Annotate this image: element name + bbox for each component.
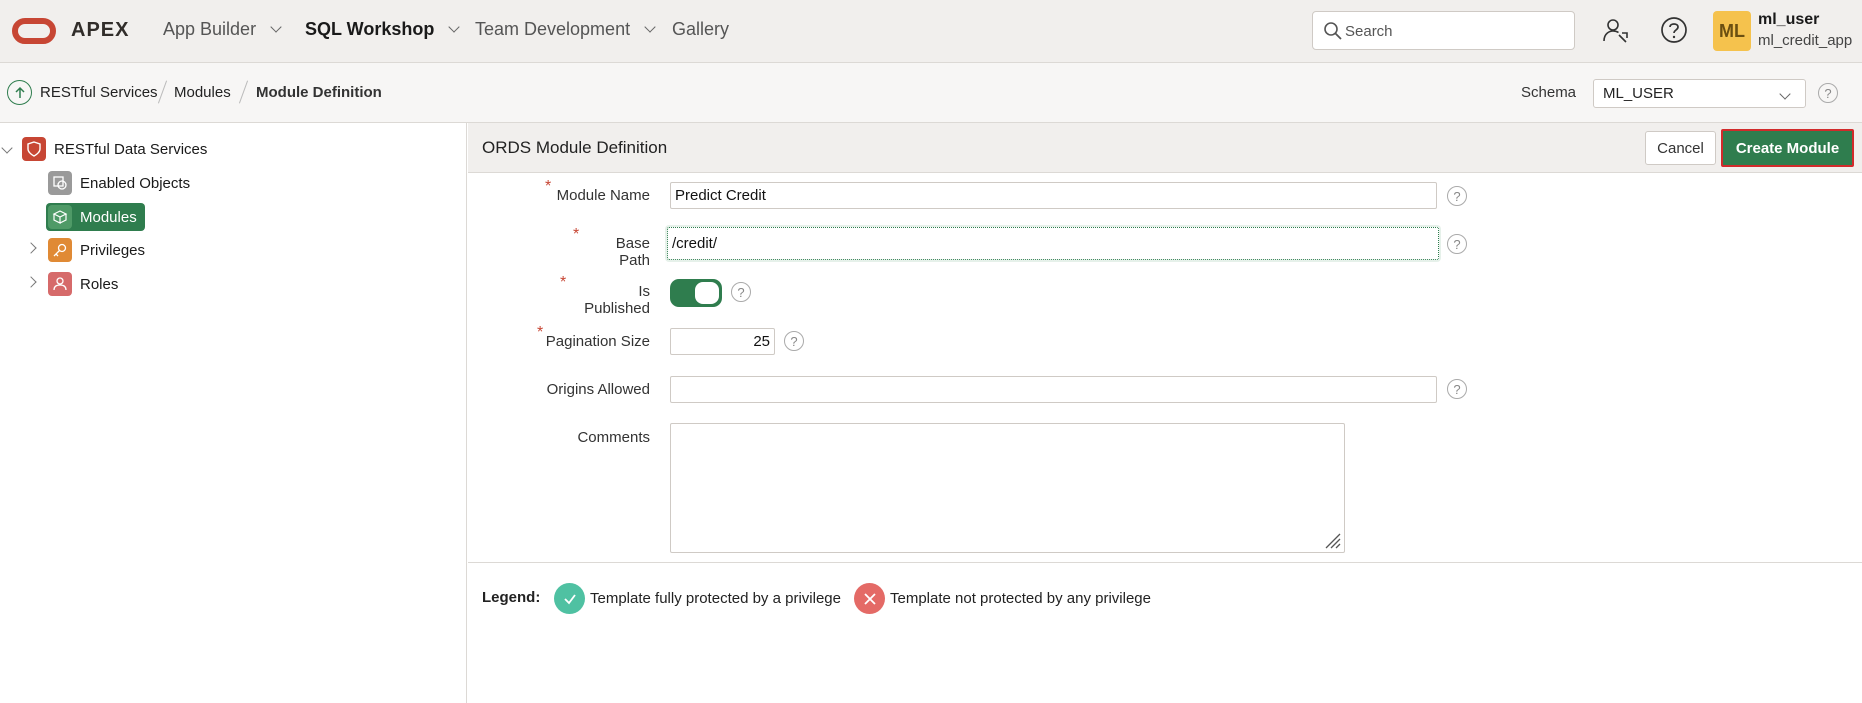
resize-grip-icon[interactable] — [1322, 530, 1342, 550]
user-name[interactable]: ml_user — [1758, 11, 1819, 29]
tree-label: Enabled Objects — [80, 174, 191, 192]
nav-label: SQL Workshop — [305, 19, 435, 39]
oracle-logo-icon[interactable] — [12, 18, 56, 44]
chevron-down-icon — [270, 21, 282, 33]
chevron-down-icon — [448, 21, 461, 33]
legend-protected-text: Template fully protected by a privilege — [590, 590, 841, 607]
schema-value: ML_USER — [1603, 85, 1674, 102]
base-path-help-icon[interactable]: ? — [1447, 234, 1467, 254]
tree-label: Roles — [80, 275, 119, 293]
required-marker: * — [537, 324, 544, 341]
origins-allowed-field[interactable] — [670, 376, 1437, 403]
nav-label: App Builder — [163, 19, 257, 39]
nav-app-builder[interactable]: App Builder — [163, 19, 282, 40]
required-marker: * — [573, 226, 580, 243]
expand-icon[interactable] — [25, 242, 37, 254]
is-published-toggle[interactable] — [670, 279, 722, 307]
required-marker: * — [545, 178, 552, 195]
chevron-down-icon — [644, 21, 656, 33]
is-published-help-icon[interactable]: ? — [731, 282, 751, 302]
search-icon — [1324, 22, 1342, 40]
nav-sql-workshop[interactable]: SQL Workshop — [305, 19, 461, 40]
toggle-knob — [695, 282, 719, 304]
base-path-label: Base Path — [615, 235, 650, 269]
schema-select[interactable]: ML_USER — [1593, 79, 1806, 108]
comments-textarea[interactable] — [670, 423, 1345, 553]
create-module-button[interactable]: Create Module — [1721, 129, 1854, 167]
nav-gallery[interactable]: Gallery — [672, 19, 729, 40]
breadcrumb-bar: RESTful Services Modules Module Definiti… — [0, 63, 1862, 123]
search-input[interactable] — [1345, 20, 1565, 42]
legend-unprotected-text: Template not protected by any privilege — [890, 590, 1151, 607]
help-icon[interactable] — [1659, 15, 1689, 45]
avatar[interactable]: ML — [1713, 11, 1751, 51]
shield-icon — [22, 137, 46, 161]
breadcrumb-separator — [238, 80, 249, 104]
tree-node-restful-data-services[interactable]: RESTful Data Services — [22, 137, 207, 161]
schema-help-icon[interactable]: ? — [1818, 83, 1838, 103]
base-path-field[interactable] — [667, 227, 1439, 260]
breadcrumb-separator — [157, 80, 168, 104]
module-name-help-icon[interactable]: ? — [1447, 186, 1467, 206]
pagination-size-label: Pagination Size — [545, 333, 650, 350]
is-published-label: Is Published — [584, 283, 650, 317]
up-arrow-icon[interactable] — [7, 80, 32, 105]
schema-label: Schema — [1521, 84, 1577, 101]
collapse-icon[interactable] — [1, 142, 13, 154]
apex-brand[interactable]: APEX — [71, 19, 129, 42]
tree-label: Privileges — [80, 241, 146, 259]
breadcrumb-restful-services[interactable]: RESTful Services — [40, 84, 158, 101]
top-header: APEX App Builder SQL Workshop Team Devel… — [0, 0, 1862, 63]
comments-label: Comments — [577, 429, 650, 446]
breadcrumb-modules[interactable]: Modules — [174, 84, 231, 101]
key-icon — [48, 238, 72, 262]
origins-allowed-help-icon[interactable]: ? — [1447, 379, 1467, 399]
expand-icon[interactable] — [25, 276, 37, 288]
breadcrumb-current: Module Definition — [256, 84, 382, 101]
user-role-icon — [48, 272, 72, 296]
user-app-name: ml_credit_app — [1758, 32, 1853, 49]
modules-icon — [48, 205, 72, 229]
tree-label: Modules — [80, 208, 137, 226]
pagination-size-field[interactable] — [670, 328, 775, 355]
divider — [468, 562, 1862, 563]
chevron-down-icon — [1779, 88, 1791, 100]
admin-tools-icon[interactable] — [1601, 15, 1631, 45]
check-icon — [554, 583, 585, 614]
tree-node-privileges[interactable]: Privileges — [48, 238, 145, 262]
nav-label: Gallery — [672, 19, 730, 39]
nav-team-development[interactable]: Team Development — [475, 19, 656, 40]
close-icon — [854, 583, 885, 614]
tree-node-roles[interactable]: Roles — [48, 272, 118, 296]
tree-node-enabled-objects[interactable]: Enabled Objects — [48, 171, 190, 195]
cancel-button[interactable]: Cancel — [1645, 131, 1716, 165]
region-header: ORDS Module Definition Cancel Create Mod… — [468, 123, 1862, 173]
origins-allowed-label: Origins Allowed — [546, 381, 650, 398]
tree-label: RESTful Data Services — [54, 140, 208, 158]
navigation-tree: RESTful Data Services Enabled Objects Mo… — [0, 123, 467, 703]
legend-label: Legend: — [482, 589, 541, 606]
required-marker: * — [560, 274, 567, 291]
module-name-label: Module Name — [556, 187, 650, 204]
search-box[interactable] — [1312, 11, 1575, 50]
region-title: ORDS Module Definition — [482, 138, 668, 157]
nav-label: Team Development — [475, 19, 631, 39]
pagination-size-help-icon[interactable]: ? — [784, 331, 804, 351]
tree-node-modules[interactable]: Modules — [46, 203, 145, 231]
objects-icon — [48, 171, 72, 195]
module-name-field[interactable] — [670, 182, 1437, 209]
